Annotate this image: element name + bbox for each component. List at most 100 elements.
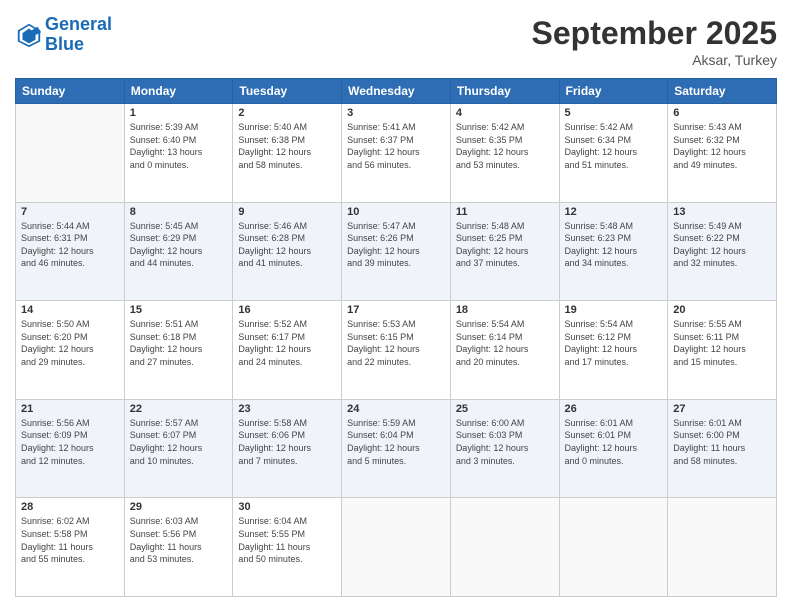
day-info: Sunrise: 6:01 AM Sunset: 6:00 PM Dayligh… xyxy=(673,417,771,467)
day-number: 11 xyxy=(456,206,554,218)
day-info: Sunrise: 5:56 AM Sunset: 6:09 PM Dayligh… xyxy=(21,417,119,467)
table-cell: 13 Sunrise: 5:49 AM Sunset: 6:22 PM Dayli… xyxy=(668,202,777,301)
table-cell xyxy=(450,498,559,597)
col-saturday: Saturday xyxy=(668,79,777,104)
logo-general: General xyxy=(45,14,112,34)
day-info: Sunrise: 5:59 AM Sunset: 6:04 PM Dayligh… xyxy=(347,417,445,467)
table-cell: 10 Sunrise: 5:47 AM Sunset: 6:26 PM Dayli… xyxy=(342,202,451,301)
day-info: Sunrise: 5:52 AM Sunset: 6:17 PM Dayligh… xyxy=(238,318,336,368)
day-number: 28 xyxy=(21,501,119,513)
day-info: Sunrise: 5:39 AM Sunset: 6:40 PM Dayligh… xyxy=(130,121,228,171)
table-cell: 29Sunrise: 6:03 AM Sunset: 5:56 PM Dayli… xyxy=(124,498,233,597)
day-number: 2 xyxy=(238,107,336,119)
day-info: Sunrise: 5:41 AM Sunset: 6:37 PM Dayligh… xyxy=(347,121,445,171)
table-cell: 23 Sunrise: 5:58 AM Sunset: 6:06 PM Dayli… xyxy=(233,399,342,498)
calendar-header-row: Sunday Monday Tuesday Wednesday Thursday… xyxy=(16,79,777,104)
table-cell: 21 Sunrise: 5:56 AM Sunset: 6:09 PM Dayli… xyxy=(16,399,125,498)
table-cell: 25 Sunrise: 6:00 AM Sunset: 6:03 PM Dayli… xyxy=(450,399,559,498)
day-info: Sunrise: 5:54 AM Sunset: 6:14 PM Dayligh… xyxy=(456,318,554,368)
day-number: 10 xyxy=(347,206,445,218)
day-info: Sunrise: 5:44 AM Sunset: 6:31 PM Dayligh… xyxy=(21,220,119,270)
calendar-table: Sunday Monday Tuesday Wednesday Thursday… xyxy=(15,78,777,597)
table-cell: 4 Sunrise: 5:42 AM Sunset: 6:35 PM Daylig… xyxy=(450,104,559,203)
day-number: 5 xyxy=(565,107,663,119)
page: General Blue September 2025 Aksar, Turke… xyxy=(0,0,792,612)
col-tuesday: Tuesday xyxy=(233,79,342,104)
day-info: Sunrise: 5:46 AM Sunset: 6:28 PM Dayligh… xyxy=(238,220,336,270)
month-title: September 2025 xyxy=(532,15,777,52)
table-cell: 5Sunrise: 5:42 AM Sunset: 6:34 PM Daylig… xyxy=(559,104,668,203)
day-number: 18 xyxy=(456,304,554,316)
day-info: Sunrise: 5:58 AM Sunset: 6:06 PM Dayligh… xyxy=(238,417,336,467)
table-cell: 9 Sunrise: 5:46 AM Sunset: 6:28 PM Daylig… xyxy=(233,202,342,301)
col-thursday: Thursday xyxy=(450,79,559,104)
day-info: Sunrise: 5:43 AM Sunset: 6:32 PM Dayligh… xyxy=(673,121,771,171)
col-friday: Friday xyxy=(559,79,668,104)
day-number: 24 xyxy=(347,403,445,415)
calendar-week-row: 14 Sunrise: 5:50 AM Sunset: 6:20 PM Dayli… xyxy=(16,301,777,400)
day-number: 4 xyxy=(456,107,554,119)
day-number: 30 xyxy=(238,501,336,513)
day-info: Sunrise: 5:47 AM Sunset: 6:26 PM Dayligh… xyxy=(347,220,445,270)
table-cell: 18 Sunrise: 5:54 AM Sunset: 6:14 PM Dayli… xyxy=(450,301,559,400)
table-cell: 11Sunrise: 5:48 AM Sunset: 6:25 PM Dayli… xyxy=(450,202,559,301)
day-number: 15 xyxy=(130,304,228,316)
day-number: 8 xyxy=(130,206,228,218)
day-number: 21 xyxy=(21,403,119,415)
table-cell: 12Sunrise: 5:48 AM Sunset: 6:23 PM Dayli… xyxy=(559,202,668,301)
day-number: 12 xyxy=(565,206,663,218)
calendar-week-row: 7 Sunrise: 5:44 AM Sunset: 6:31 PM Daylig… xyxy=(16,202,777,301)
day-number: 23 xyxy=(238,403,336,415)
logo-text: General Blue xyxy=(45,15,112,55)
table-cell xyxy=(342,498,451,597)
logo-icon xyxy=(15,21,43,49)
day-info: Sunrise: 5:53 AM Sunset: 6:15 PM Dayligh… xyxy=(347,318,445,368)
day-info: Sunrise: 5:57 AM Sunset: 6:07 PM Dayligh… xyxy=(130,417,228,467)
col-wednesday: Wednesday xyxy=(342,79,451,104)
table-cell: 24 Sunrise: 5:59 AM Sunset: 6:04 PM Dayli… xyxy=(342,399,451,498)
day-info: Sunrise: 5:40 AM Sunset: 6:38 PM Dayligh… xyxy=(238,121,336,171)
day-number: 25 xyxy=(456,403,554,415)
col-sunday: Sunday xyxy=(16,79,125,104)
table-cell: 7 Sunrise: 5:44 AM Sunset: 6:31 PM Daylig… xyxy=(16,202,125,301)
day-number: 3 xyxy=(347,107,445,119)
day-number: 17 xyxy=(347,304,445,316)
calendar-week-row: 1 Sunrise: 5:39 AM Sunset: 6:40 PM Daylig… xyxy=(16,104,777,203)
table-cell: 1 Sunrise: 5:39 AM Sunset: 6:40 PM Daylig… xyxy=(124,104,233,203)
table-cell xyxy=(668,498,777,597)
day-info: Sunrise: 5:45 AM Sunset: 6:29 PM Dayligh… xyxy=(130,220,228,270)
day-number: 9 xyxy=(238,206,336,218)
day-number: 22 xyxy=(130,403,228,415)
day-info: Sunrise: 5:54 AM Sunset: 6:12 PM Dayligh… xyxy=(565,318,663,368)
table-cell: 19 Sunrise: 5:54 AM Sunset: 6:12 PM Dayli… xyxy=(559,301,668,400)
day-number: 19 xyxy=(565,304,663,316)
day-info: Sunrise: 5:42 AM Sunset: 6:35 PM Dayligh… xyxy=(456,121,554,171)
table-cell: 17 Sunrise: 5:53 AM Sunset: 6:15 PM Dayli… xyxy=(342,301,451,400)
logo: General Blue xyxy=(15,15,112,55)
day-number: 1 xyxy=(130,107,228,119)
day-info: Sunrise: 5:55 AM Sunset: 6:11 PM Dayligh… xyxy=(673,318,771,368)
table-cell: 3 Sunrise: 5:41 AM Sunset: 6:37 PM Daylig… xyxy=(342,104,451,203)
day-number: 16 xyxy=(238,304,336,316)
table-cell: 14 Sunrise: 5:50 AM Sunset: 6:20 PM Dayli… xyxy=(16,301,125,400)
header: General Blue September 2025 Aksar, Turke… xyxy=(15,15,777,68)
table-cell xyxy=(559,498,668,597)
day-info: Sunrise: 6:00 AM Sunset: 6:03 PM Dayligh… xyxy=(456,417,554,467)
day-number: 26 xyxy=(565,403,663,415)
day-info: Sunrise: 5:50 AM Sunset: 6:20 PM Dayligh… xyxy=(21,318,119,368)
day-info: Sunrise: 5:49 AM Sunset: 6:22 PM Dayligh… xyxy=(673,220,771,270)
day-number: 7 xyxy=(21,206,119,218)
table-cell: 8 Sunrise: 5:45 AM Sunset: 6:29 PM Daylig… xyxy=(124,202,233,301)
calendar-week-row: 28Sunrise: 6:02 AM Sunset: 5:58 PM Dayli… xyxy=(16,498,777,597)
day-info: Sunrise: 6:01 AM Sunset: 6:01 PM Dayligh… xyxy=(565,417,663,467)
day-number: 29 xyxy=(130,501,228,513)
title-section: September 2025 Aksar, Turkey xyxy=(532,15,777,68)
day-number: 6 xyxy=(673,107,771,119)
logo-blue: Blue xyxy=(45,34,84,54)
day-number: 27 xyxy=(673,403,771,415)
table-cell xyxy=(16,104,125,203)
day-number: 13 xyxy=(673,206,771,218)
table-cell: 30Sunrise: 6:04 AM Sunset: 5:55 PM Dayli… xyxy=(233,498,342,597)
day-number: 14 xyxy=(21,304,119,316)
location: Aksar, Turkey xyxy=(532,52,777,68)
